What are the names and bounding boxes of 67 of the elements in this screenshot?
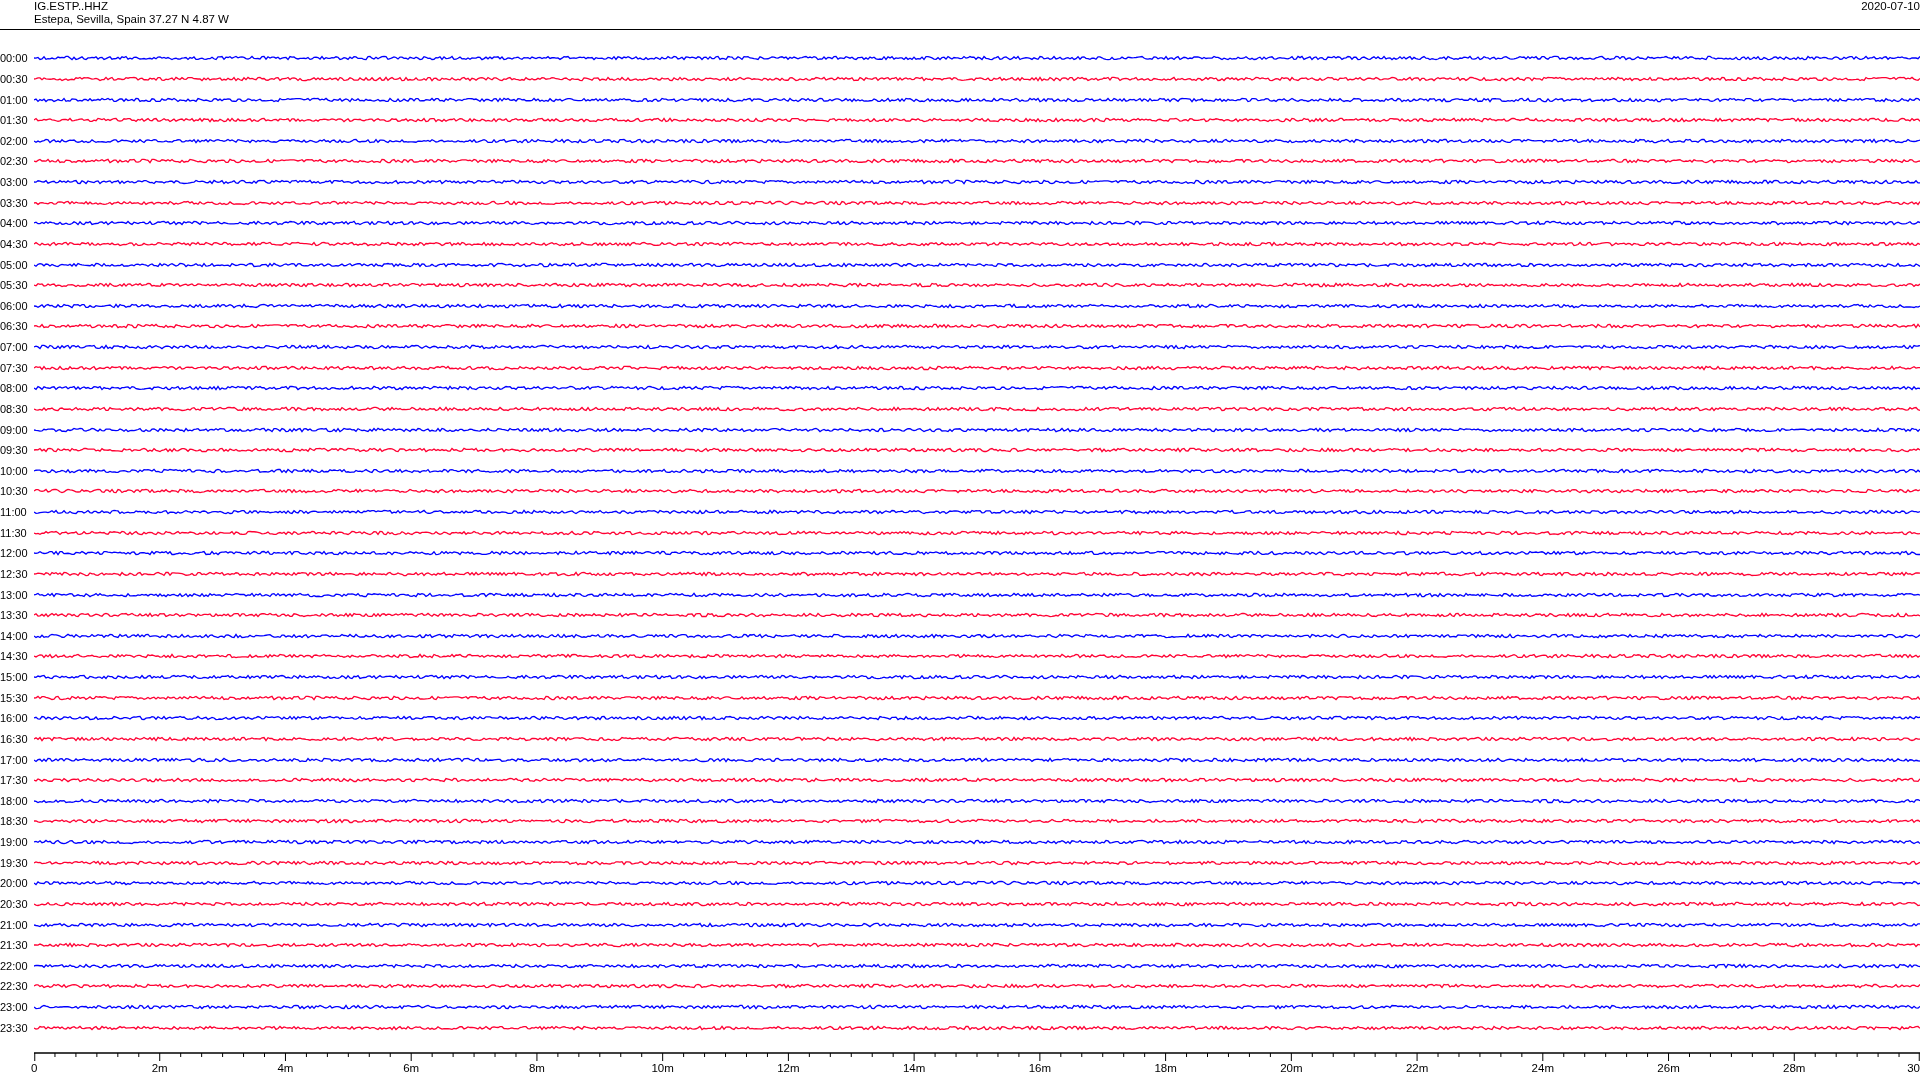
row-time-label: 01:00 xyxy=(0,93,29,106)
row-time-label: 10:30 xyxy=(0,485,29,498)
row-time-label: 20:00 xyxy=(0,877,29,890)
axis-tick-label: 20m xyxy=(1280,1062,1303,1074)
row-time-label: 16:00 xyxy=(0,712,29,725)
row-time-label: 06:30 xyxy=(0,320,29,333)
row-time-label: 08:30 xyxy=(0,402,29,415)
axis-tick-label: 4m xyxy=(277,1062,294,1074)
row-time-label: 02:00 xyxy=(0,134,29,147)
row-time-label: 09:00 xyxy=(0,423,29,436)
row-time-label: 05:30 xyxy=(0,279,29,292)
axis-tick-label: 0 xyxy=(31,1062,38,1074)
axis-tick-label: 6m xyxy=(403,1062,420,1074)
row-time-label: 16:30 xyxy=(0,732,29,745)
row-time-label: 12:00 xyxy=(0,547,29,560)
row-time-label: 23:00 xyxy=(0,1001,29,1014)
axis-tick-label: 2m xyxy=(151,1062,168,1074)
row-time-label: 03:00 xyxy=(0,176,29,189)
row-time-label: 23:30 xyxy=(0,1021,29,1034)
row-time-label: 15:30 xyxy=(0,691,29,704)
axis-tick-label: 12m xyxy=(777,1062,800,1074)
row-time-label: 04:00 xyxy=(0,217,29,230)
axis-tick-label: 26m xyxy=(1657,1062,1680,1074)
row-time-label: 18:00 xyxy=(0,794,29,807)
axis-tick-label: 18m xyxy=(1154,1062,1177,1074)
axis-tick-label: 24m xyxy=(1531,1062,1554,1074)
row-time-label: 21:00 xyxy=(0,918,29,931)
row-time-label: 01:30 xyxy=(0,114,29,127)
row-time-label: 02:30 xyxy=(0,155,29,168)
row-time-label: 13:30 xyxy=(0,609,29,622)
row-time-label: 15:00 xyxy=(0,671,29,684)
axis-tick-label: 8m xyxy=(528,1062,545,1074)
row-time-label: 22:30 xyxy=(0,980,29,993)
row-time-label: 04:30 xyxy=(0,237,29,250)
row-time-label: 13:00 xyxy=(0,588,29,601)
station-location: Estepa, Sevilla, Spain 37.27 N 4.87 W xyxy=(34,13,229,26)
row-time-label: 06:00 xyxy=(0,299,29,312)
row-time-label: 22:00 xyxy=(0,959,29,972)
row-time-label: 12:30 xyxy=(0,567,29,580)
axis-tick-label: 22m xyxy=(1405,1062,1429,1074)
row-time-label: 07:30 xyxy=(0,361,29,374)
row-time-label: 20:30 xyxy=(0,897,29,910)
row-time-label: 00:30 xyxy=(0,72,29,85)
axis-tick-label: 16m xyxy=(1028,1062,1052,1074)
row-time-label: 09:30 xyxy=(0,444,29,457)
row-time-label: 05:00 xyxy=(0,258,29,271)
row-time-label: 10:00 xyxy=(0,464,29,477)
row-time-label: 08:00 xyxy=(0,382,29,395)
row-time-label: 21:30 xyxy=(0,939,29,952)
axis-tick-label: 10m xyxy=(651,1062,674,1074)
row-time-label: 11:30 xyxy=(0,526,28,539)
axis-tick-label: 30 xyxy=(1907,1062,1920,1074)
row-time-label: 19:30 xyxy=(0,856,29,869)
row-time-label: 14:30 xyxy=(0,650,29,663)
row-time-label: 00:00 xyxy=(0,52,29,65)
row-time-label: 14:00 xyxy=(0,629,29,642)
row-time-label: 18:30 xyxy=(0,815,29,828)
date-label: 2020-07-10 xyxy=(1861,0,1920,14)
station-code: IG.ESTP..HHZ xyxy=(34,0,109,13)
row-time-label: 17:30 xyxy=(0,774,29,787)
row-time-label: 19:00 xyxy=(0,836,29,849)
axis-tick-label: 14m xyxy=(902,1062,926,1074)
row-time-label: 07:00 xyxy=(0,341,29,354)
row-time-label: 11:00 xyxy=(0,506,28,519)
row-time-label: 03:30 xyxy=(0,196,29,209)
row-time-label: 17:00 xyxy=(0,753,29,766)
axis-tick-label: 28m xyxy=(1783,1062,1806,1074)
